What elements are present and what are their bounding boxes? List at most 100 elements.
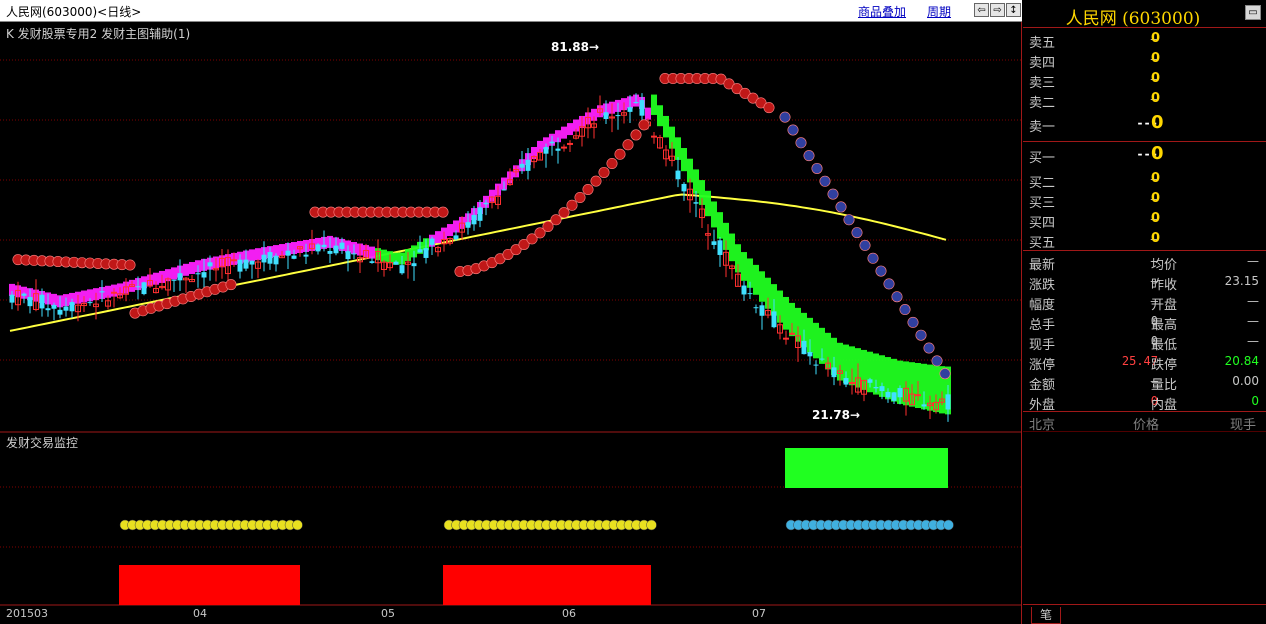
candle-body — [21, 293, 27, 296]
candle-body — [483, 202, 489, 205]
period-link[interactable]: 周期 — [927, 3, 951, 20]
time-label-07: 07 — [752, 607, 766, 620]
bid-row-5: 买五 —0 — [1029, 231, 1161, 251]
trend-band-bar — [447, 224, 453, 237]
candle-body — [879, 386, 885, 392]
stop-dot-blue — [795, 137, 807, 149]
candle-body — [501, 189, 507, 191]
trend-band-bar — [681, 148, 687, 172]
bid-row-3: 买三 —0 — [1029, 191, 1161, 211]
coin-strip-yellow — [292, 519, 303, 531]
candle-body — [627, 107, 633, 112]
ask-row-4: 卖四 —0 — [1029, 51, 1161, 71]
trend-band-bar — [693, 169, 699, 194]
stop-dot-red — [638, 119, 650, 131]
candle-body — [711, 241, 717, 245]
stop-dot-red — [614, 148, 626, 160]
trend-band-bar — [561, 126, 567, 139]
candle-body — [567, 142, 573, 145]
stop-dot-red — [622, 139, 634, 151]
candle-body — [813, 364, 819, 366]
trend-band-bar — [645, 107, 651, 120]
candle-body — [417, 249, 423, 253]
candle-body — [945, 394, 951, 410]
stop-dot-blue — [875, 265, 887, 277]
candle-body — [783, 337, 789, 340]
candle-body — [465, 222, 471, 228]
candle-body — [333, 245, 339, 254]
time-label-06: 06 — [562, 607, 576, 620]
trend-band-bar — [651, 94, 657, 115]
candle-body — [603, 112, 609, 119]
trend-band-bar — [711, 201, 717, 228]
candle-body — [753, 307, 759, 309]
candle-body — [915, 394, 921, 397]
candle-body — [237, 259, 243, 272]
candle-body — [99, 291, 105, 293]
ask-row-1: 卖一 --- 0 — [1029, 112, 1164, 135]
high-price-annotation: 81.88→ — [551, 40, 600, 54]
candle-body — [693, 202, 699, 204]
stop-dot-blue — [923, 342, 935, 354]
candle-body — [831, 367, 837, 378]
trend-band-bar — [255, 248, 261, 261]
stop-dot-red — [574, 192, 586, 204]
candle-body — [921, 404, 927, 407]
stat-row-4: 现手 0 最低 — — [1029, 334, 1259, 353]
candle-body — [243, 259, 249, 269]
stop-dot-red — [124, 259, 136, 271]
candle-body — [51, 304, 57, 309]
candle-body — [273, 255, 279, 265]
candle-body — [345, 251, 351, 260]
time-label-04: 04 — [193, 607, 207, 620]
candle-body — [339, 242, 345, 249]
stop-dot-blue — [891, 291, 903, 303]
candle-body — [63, 306, 69, 311]
candle-body — [69, 302, 75, 312]
candle-body — [525, 159, 531, 171]
candle-body — [651, 135, 657, 138]
nav-left-button[interactable]: ⇦ — [974, 3, 989, 17]
title-bar: 人民网(603000)<日线> 商品叠加 周期 ⇦ ⇨ ↕ — [0, 0, 1022, 22]
stop-dot-blue — [803, 150, 815, 162]
time-label-05: 05 — [381, 607, 395, 620]
candle-body — [261, 254, 267, 263]
candle-body — [177, 273, 183, 281]
trend-band-bar — [783, 296, 789, 330]
candle-body — [639, 100, 645, 116]
stat-row-7: 外盘 0 内盘 0 — [1029, 394, 1259, 413]
kline-chart[interactable] — [0, 22, 1021, 624]
bid-row-4: 买四 —0 — [1029, 211, 1161, 231]
nav-zoom-button[interactable]: ↕ — [1006, 3, 1021, 17]
candle-body — [285, 250, 291, 256]
candle-body — [633, 102, 639, 104]
panel-tabbar: 笔 — [1023, 604, 1266, 624]
panel-toggle-button[interactable]: ▭ — [1245, 5, 1261, 20]
trend-band-bar — [657, 105, 663, 127]
tab-ticks[interactable]: 笔 — [1031, 607, 1061, 624]
signal-block-red — [443, 565, 651, 605]
stop-dot-red — [630, 129, 642, 141]
trend-band-bar — [675, 137, 681, 160]
candle-body — [39, 294, 45, 309]
candle-body — [843, 378, 849, 385]
stop-dot-blue — [843, 214, 855, 226]
candle-body — [45, 308, 51, 311]
trend-band-bar — [753, 264, 759, 295]
candle-body — [873, 386, 879, 389]
candle-body — [411, 263, 417, 267]
candle-body — [321, 244, 327, 248]
stop-dot-blue — [859, 239, 871, 251]
stop-dot-red — [550, 214, 562, 226]
overlay-commodity-link[interactable]: 商品叠加 — [858, 3, 906, 20]
nav-right-button[interactable]: ⇨ — [990, 3, 1005, 17]
trend-band-bar — [705, 190, 711, 217]
candle-body — [615, 115, 621, 117]
quote-panel: 人民网 (603000) ▭ 卖五 —0 卖四 —0 卖三 —0 卖二 —0 卖一 ---… — [1023, 0, 1266, 624]
trend-band-bar — [729, 233, 735, 262]
coin-strip-blue — [943, 519, 954, 531]
candle-body — [561, 146, 567, 149]
candle-body — [867, 379, 873, 383]
stop-dot-blue — [939, 368, 951, 380]
candle-body — [171, 279, 177, 281]
